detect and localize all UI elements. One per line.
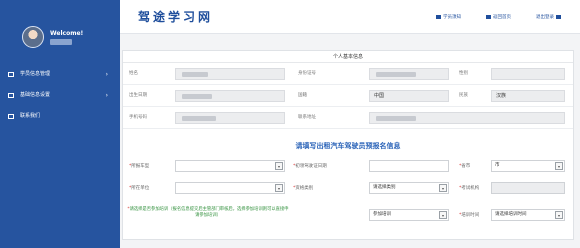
form-row: *所报车型 ▾ *初领驾驶证日期 *省市 市 ▾ — [123, 157, 573, 179]
user-profile: Welcome! — [0, 14, 120, 58]
chevron-down-icon: ▾ — [275, 184, 283, 192]
redacted-value — [376, 72, 416, 77]
chevron-right-icon: › — [105, 71, 108, 78]
sidebar-item-label: 联系我们 — [20, 113, 41, 119]
training-time-select[interactable]: 请选择培训时间 ▾ — [491, 209, 565, 221]
id-number-field — [369, 68, 449, 80]
employer-select[interactable]: ▾ — [175, 182, 285, 194]
sidebar-item-label: 学员信息管理 — [20, 71, 51, 77]
home-icon — [486, 14, 491, 19]
birth-date-field — [175, 90, 285, 102]
exam-location-field — [491, 182, 565, 194]
contact-icon — [8, 114, 14, 119]
sidebar: Welcome! 学员信息管理 › 基础信息设置 › 联系我们 — [0, 0, 120, 248]
redacted-value — [182, 94, 212, 99]
main-panel: 个人基本信息 姓名 身份证号 性别 出生日期 国籍 中国 民族 汉族 手机号码 … — [122, 50, 574, 240]
sidebar-item-student-info[interactable]: 学员信息管理 › — [0, 64, 120, 85]
student-notice-link[interactable]: 学员须知 — [436, 14, 461, 20]
vehicle-type-select[interactable]: ▾ — [175, 160, 285, 172]
chevron-down-icon: ▾ — [555, 162, 563, 170]
bookmark-icon — [436, 14, 441, 19]
phone-label: 手机号码 — [129, 115, 147, 120]
training-note: *请选择是否参加培训（报名信息提交后主管部门审核后，选择参加培训则可以直接申请参… — [127, 207, 289, 218]
logout-link[interactable]: 退出登录 — [536, 14, 563, 20]
sidebar-menu: 学员信息管理 › 基础信息设置 › 联系我们 — [0, 64, 120, 127]
redacted-value — [182, 72, 208, 77]
gender-label: 性别 — [459, 71, 468, 76]
training-choice-select[interactable]: 参加培训 ▾ — [369, 209, 449, 221]
ethnicity-field: 汉族 — [491, 90, 565, 102]
form-title: 请填写出租汽车驾驶员预报名信息 — [295, 142, 401, 150]
list-icon — [8, 72, 14, 77]
province-select[interactable]: 市 ▾ — [491, 160, 565, 172]
chevron-right-icon: › — [105, 92, 108, 99]
personal-info-title: 个人基本信息 — [123, 51, 573, 63]
nationality-field: 中国 — [369, 90, 449, 102]
exam-category-select[interactable]: 请选择类别 ▾ — [369, 182, 449, 194]
site-logo[interactable]: 驾途学习网 — [138, 8, 213, 25]
redacted-value — [376, 116, 416, 121]
province-label: *省市 — [459, 164, 471, 169]
address-label: 联系地址 — [298, 115, 316, 120]
phone-field — [175, 112, 285, 124]
chevron-down-icon: ▾ — [439, 211, 447, 219]
sidebar-item-contact[interactable]: 联系我们 — [0, 106, 120, 127]
info-row: 手机号码 联系地址 — [123, 107, 573, 129]
training-time-label: *培训时间 — [459, 213, 480, 218]
info-row: 姓名 身份证号 性别 — [123, 63, 573, 85]
form-row: *所在单位 ▾ *资格类别 请选择类别 ▾ *考试机构 — [123, 179, 573, 201]
name-label: 姓名 — [129, 71, 138, 76]
personal-info-grid: 姓名 身份证号 性别 出生日期 国籍 中国 民族 汉族 手机号码 联系地址 — [123, 63, 573, 129]
welcome-text: Welcome! — [50, 30, 84, 37]
gender-field — [491, 68, 565, 80]
user-name — [50, 39, 72, 45]
chevron-down-icon: ▾ — [555, 211, 563, 219]
sidebar-item-basic-settings[interactable]: 基础信息设置 › — [0, 85, 120, 106]
birth-date-label: 出生日期 — [129, 93, 147, 98]
logout-icon — [556, 14, 561, 19]
home-link[interactable]: 返回首页 — [486, 14, 511, 20]
ethnicity-label: 民族 — [459, 93, 468, 98]
info-row: 出生日期 国籍 中国 民族 汉族 — [123, 85, 573, 107]
avatar[interactable] — [22, 26, 44, 48]
name-field — [175, 68, 285, 80]
employer-label: *所在单位 — [129, 186, 150, 191]
exam-category-label: *资格类别 — [293, 186, 314, 191]
nationality-label: 国籍 — [298, 93, 307, 98]
redacted-value — [182, 116, 216, 121]
id-number-label: 身份证号 — [298, 71, 316, 76]
sidebar-item-label: 基础信息设置 — [20, 92, 51, 98]
address-field — [369, 112, 565, 124]
license-date-input[interactable] — [369, 160, 449, 172]
form-row: *请选择是否参加培训（报名信息提交后主管部门审核后，选择参加培训则可以直接申请参… — [123, 203, 573, 233]
top-header: 驾途学习网 学员须知 返回首页 退出登录 — [120, 0, 580, 34]
exam-location-label: *考试机构 — [459, 186, 480, 191]
settings-icon — [8, 93, 14, 98]
license-date-label: *初领驾驶证日期 — [293, 164, 327, 169]
vehicle-type-label: *所报车型 — [129, 164, 150, 169]
chevron-down-icon: ▾ — [439, 184, 447, 192]
chevron-down-icon: ▾ — [275, 162, 283, 170]
